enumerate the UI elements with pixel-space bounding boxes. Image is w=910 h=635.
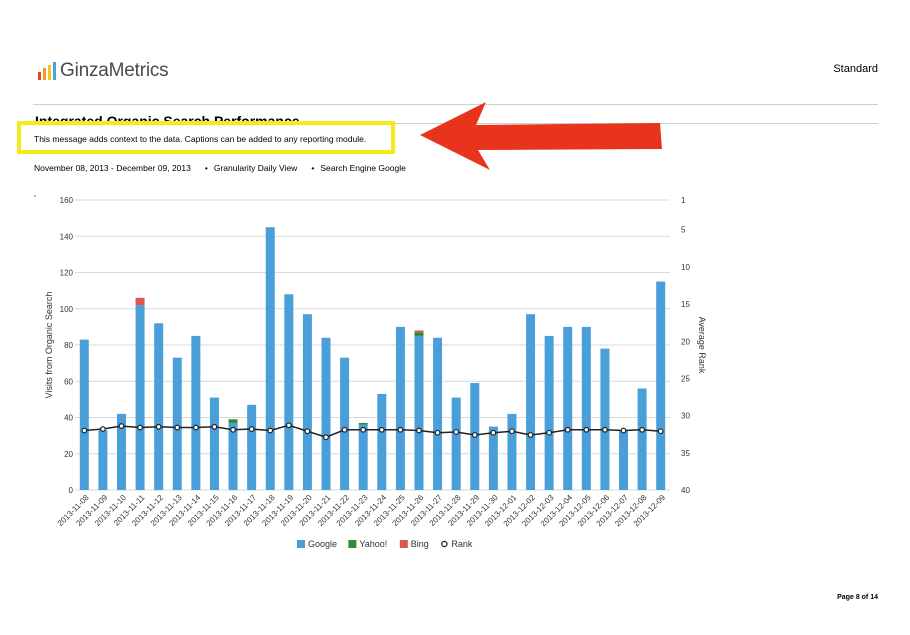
- bar-google: [79, 339, 89, 490]
- bar-google: [154, 323, 164, 490]
- bar-google: [414, 335, 424, 490]
- y2-tick-label: 40: [681, 486, 690, 495]
- rank-point: [248, 426, 255, 432]
- rank-point: [620, 427, 627, 434]
- rank-point: [323, 434, 329, 441]
- bar-google: [581, 326, 591, 490]
- legend-label: Yahoo!: [359, 539, 387, 549]
- bar-bing: [414, 330, 424, 333]
- rank-point: [564, 426, 571, 433]
- bar-yahoo: [414, 332, 424, 336]
- rank-point: [453, 429, 460, 435]
- bar-bing: [135, 297, 145, 306]
- bar-google: [451, 397, 461, 490]
- y-tick-label: 120: [60, 269, 74, 278]
- rank-point: [416, 427, 422, 434]
- y-tick-label: 140: [60, 232, 74, 241]
- y-axis-label: Visits from Organic Search: [44, 292, 54, 399]
- legend-swatch-bing: [399, 540, 408, 548]
- bar-google: [377, 393, 387, 490]
- y2-tick-label: 35: [681, 449, 690, 458]
- bar-google: [228, 422, 238, 490]
- bar-google: [433, 337, 443, 490]
- rank-point: [490, 429, 497, 436]
- rank-point: [174, 424, 181, 431]
- bar-google: [488, 426, 498, 490]
- rank-point: [192, 424, 199, 431]
- rank-point: [434, 429, 441, 436]
- rank-point: [99, 426, 106, 432]
- rank-point: [546, 429, 553, 436]
- y-tick-label: 100: [60, 305, 74, 314]
- y2-tick-label: 5: [681, 226, 686, 235]
- rank-point: [583, 426, 590, 433]
- y2-tick-label: 10: [681, 263, 690, 272]
- rank-point: [285, 422, 292, 429]
- y-tick-label: 20: [64, 450, 73, 459]
- bar-google: [507, 413, 517, 490]
- rank-point: [118, 423, 125, 429]
- y-tick-label: 40: [64, 414, 73, 423]
- rank-point: [211, 423, 218, 430]
- rank-point: [397, 426, 404, 433]
- y2-axis-label: Average Rank: [697, 317, 707, 374]
- rank-point: [155, 423, 162, 430]
- y2-tick-label: 25: [681, 374, 690, 383]
- y2-tick-label: 30: [681, 412, 690, 421]
- bar-google: [619, 430, 629, 490]
- rank-point: [81, 427, 88, 434]
- bar-google: [302, 314, 312, 490]
- bar-google: [600, 348, 610, 490]
- legend-label: Bing: [411, 539, 429, 549]
- corner-dot: [34, 195, 36, 197]
- bar-google: [172, 357, 182, 490]
- rank-point: [509, 428, 515, 435]
- rank-line: [84, 424, 661, 439]
- bar-google: [135, 305, 145, 490]
- bar-yahoo: [228, 419, 238, 423]
- rank-point: [527, 432, 534, 438]
- legend-swatch-google: [297, 540, 305, 548]
- bar-google: [191, 335, 201, 490]
- bar-google: [321, 337, 331, 490]
- organic-search-chart: 020406080100120140160 1510152025303540Vis…: [34, 195, 707, 549]
- y-tick-label: 0: [69, 486, 74, 495]
- bar-google: [265, 227, 275, 490]
- y2-tick-label: 15: [681, 300, 690, 309]
- rank-point: [639, 426, 646, 433]
- y-tick-label: 160: [60, 196, 74, 205]
- rank-point: [230, 426, 236, 433]
- bar-google: [656, 281, 666, 490]
- bar-google: [395, 326, 405, 490]
- bar-google: [637, 388, 647, 490]
- rank-point: [137, 424, 143, 431]
- page-number: Page 8 of 14: [837, 594, 878, 601]
- bar-google: [209, 397, 219, 490]
- rank-point: [471, 432, 478, 438]
- bar-google: [98, 430, 108, 490]
- bar-google: [358, 424, 368, 490]
- legend-label: Rank: [451, 539, 473, 549]
- legend-swatch-yahoo: [348, 540, 357, 548]
- rank-point: [602, 426, 608, 433]
- rank-point: [341, 426, 348, 433]
- legend-label: Google: [308, 539, 337, 549]
- rank-point: [657, 428, 664, 435]
- rank-point: [360, 426, 367, 433]
- y-tick-label: 60: [64, 377, 73, 386]
- bar-google: [563, 326, 573, 490]
- bar-google: [247, 404, 257, 490]
- bar-google: [284, 294, 294, 490]
- bar-google: [526, 314, 536, 490]
- y2-tick-label: 1: [681, 196, 686, 205]
- y2-tick-label: 20: [681, 337, 690, 346]
- bar-yahoo: [358, 422, 368, 425]
- rank-point: [304, 428, 311, 435]
- rank-point: [267, 427, 274, 434]
- y-tick-label: 80: [64, 341, 73, 350]
- rank-point: [378, 426, 385, 433]
- bar-google: [340, 357, 350, 490]
- legend-swatch-rank: [441, 540, 448, 548]
- bar-google: [544, 335, 554, 490]
